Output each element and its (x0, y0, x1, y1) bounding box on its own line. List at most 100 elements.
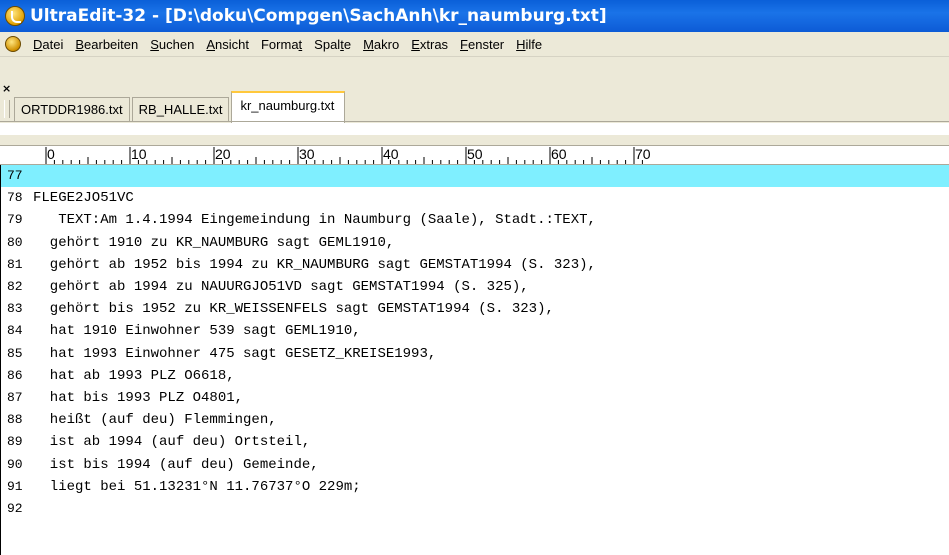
line-number: 81 (7, 256, 23, 272)
editor-line[interactable]: 90 ist bis 1994 (auf deu) Gemeinde, (1, 454, 949, 476)
window-title: UltraEdit-32 - [D:\doku\Compgen\SachAnh\… (30, 6, 607, 26)
menu-accelerator: H (516, 36, 526, 52)
line-number: 77 (7, 168, 23, 183)
line-text: heißt (auf deu) Flemmingen, (33, 412, 277, 429)
menu-label-part: earbeiten (84, 36, 139, 52)
line-text: ist ab 1994 (auf deu) Ortsteil, (33, 434, 311, 451)
editor-line[interactable]: 84 hat 1910 Einwohner 539 sagt GEML1910, (1, 320, 949, 342)
menu-label-part: nsicht (215, 36, 249, 52)
ruler-label: 30 (299, 146, 315, 162)
line-number: 92 (7, 501, 23, 516)
line-number: 90 (7, 456, 23, 472)
editor-line[interactable]: 78 FLEGE2JO51VC (1, 187, 949, 209)
menu-accelerator: D (33, 36, 43, 52)
line-number: 86 (7, 367, 23, 383)
editor-line[interactable]: 89 ist ab 1994 (auf deu) Ortsteil, (1, 431, 949, 453)
close-icon[interactable]: × (2, 83, 13, 94)
menu-label-part: e (343, 36, 352, 52)
editor-line[interactable]: 91 liegt bei 51.13231°N 11.76737°O 229m; (1, 476, 949, 498)
file-tab[interactable]: ORTDDR1986.txt (14, 97, 130, 121)
line-text: hat 1993 Einwohner 475 sagt GESETZ_KREIS… (33, 345, 437, 362)
menu-label-part: uchen (158, 36, 195, 52)
line-number: 80 (7, 234, 23, 250)
line-number: 82 (7, 279, 23, 294)
menu-item-makro[interactable]: Makro (357, 37, 405, 52)
menu-item-ansicht[interactable]: Ansicht (200, 37, 255, 52)
menu-label-part: enster (468, 36, 505, 52)
line-text: ist bis 1994 (auf deu) Gemeinde, (33, 456, 319, 473)
ruler-label: 20 (215, 146, 231, 162)
editor-line[interactable]: 92 (1, 498, 949, 520)
menu-accelerator: S (150, 36, 159, 52)
line-text: hat bis 1993 PLZ O4801, (33, 390, 244, 406)
menu-label-part: akro (373, 36, 400, 52)
menu-item-spalte[interactable]: Spalte (308, 37, 357, 52)
menu-accelerator: A (206, 36, 216, 52)
menu-accelerator: M (363, 36, 374, 52)
line-text: gehört ab 1994 zu NAUURGJO51VD sagt GEMS… (33, 279, 529, 295)
editor-line[interactable]: 83 gehört bis 1952 zu KR_WEISSENFELS sag… (1, 298, 949, 320)
ruler-label: 60 (551, 146, 567, 162)
menu-item-datei[interactable]: Datei (27, 37, 69, 52)
line-text: gehört 1910 zu KR_NAUMBURG sagt GEML1910… (33, 234, 395, 251)
menu-items: Datei Bearbeiten Suchen Ansicht Format Spalte… (27, 37, 548, 52)
editor-line[interactable]: 88 heißt (auf deu) Flemmingen, (1, 409, 949, 431)
menu-item-format[interactable]: Format (255, 37, 308, 52)
ruler-label: 50 (467, 146, 483, 162)
line-text: hat ab 1993 PLZ O6618, (33, 367, 235, 384)
editor-line[interactable]: 79 TEXT:Am 1.4.1994 Eingemeindung in Nau… (1, 209, 949, 231)
menu-item-fenster[interactable]: Fenster (454, 37, 510, 52)
toolbar-grip[interactable] (4, 100, 10, 118)
line-text: FLEGE2JO51VC (33, 190, 134, 207)
line-number: 91 (7, 478, 23, 494)
ultraedit-app-icon[interactable] (5, 6, 25, 26)
line-text: gehört bis 1952 zu KR_WEISSENFELS sagt G… (33, 301, 554, 318)
line-number: 85 (7, 345, 23, 361)
line-text: gehört ab 1952 bis 1994 zu KR_NAUMBURG s… (33, 256, 596, 273)
line-number: 79 (7, 212, 23, 228)
menu-item-hilfe[interactable]: Hilfe (510, 37, 548, 52)
file-tab[interactable]: kr_naumburg.txt (231, 91, 346, 123)
line-number: 84 (7, 323, 23, 339)
editor-line[interactable]: 82 gehört ab 1994 zu NAUURGJO51VD sagt G… (1, 276, 949, 298)
menu-label-part: xtras (419, 36, 449, 52)
file-tabs: ORTDDR1986.txt RB_HALLE.txt kr_naumburg.tx… (14, 87, 347, 123)
line-number: 78 (7, 190, 23, 206)
line-number: 83 (7, 301, 23, 317)
document-icon[interactable] (5, 36, 21, 52)
editor-pane[interactable]: 77 78 FLEGE2JO51VC 79 TEXT:Am 1.4.1994 Eing… (0, 165, 949, 555)
ruler-ticks: 0 10 20 30 40 50 60 70 (45, 146, 651, 164)
line-text: liegt bei 51.13231°N 11.76737°O 229m; (33, 478, 361, 495)
ruler-label: 70 (635, 146, 651, 162)
menu-accelerator: F (460, 36, 468, 52)
line-number: 88 (7, 412, 23, 428)
editor-line[interactable]: 86 hat ab 1993 PLZ O6618, (1, 365, 949, 387)
ruler-label: 0 (47, 146, 55, 162)
menu-label-part: ilfe (525, 36, 543, 52)
tab-divider (0, 121, 949, 122)
menu-item-extras[interactable]: Extras (405, 37, 454, 52)
line-text: TEXT:Am 1.4.1994 Eingemeindung in Naumbu… (33, 212, 596, 229)
menu-label-part: Forma (260, 36, 299, 52)
editor-line[interactable]: 85 hat 1993 Einwohner 475 sagt GESETZ_KR… (1, 343, 949, 365)
editor-line[interactable]: 80 gehört 1910 zu KR_NAUMBURG sagt GEML1… (1, 232, 949, 254)
ruler-label: 10 (131, 146, 147, 162)
line-number: 89 (7, 434, 23, 450)
menu-accelerator: E (411, 36, 420, 52)
title-bar: UltraEdit-32 - [D:\doku\Compgen\SachAnh\… (0, 0, 949, 32)
ruler-label: 40 (383, 146, 399, 162)
menu-accelerator: t (298, 36, 303, 52)
menu-label-part: Spal (314, 36, 341, 52)
menu-item-bearbeiten[interactable]: Bearbeiten (69, 37, 144, 52)
editor-line[interactable]: 77 (1, 165, 949, 187)
line-number: 87 (7, 390, 23, 405)
editor-line[interactable]: 81 gehört ab 1952 bis 1994 zu KR_NAUMBUR… (1, 254, 949, 276)
menu-label-part: atei (42, 36, 64, 52)
menu-accelerator: B (75, 36, 85, 52)
file-tab[interactable]: RB_HALLE.txt (131, 97, 230, 121)
menu-bar: Datei Bearbeiten Suchen Ansicht Format Spalte… (0, 32, 949, 57)
tab-strip: × ORTDDR1986.txt RB_HALLE.txt kr_naumburg.… (0, 57, 949, 123)
line-text: hat 1910 Einwohner 539 sagt GEML1910, (33, 323, 361, 340)
editor-line[interactable]: 87 hat bis 1993 PLZ O4801, (1, 387, 949, 409)
menu-item-suchen[interactable]: Suchen (144, 37, 200, 52)
